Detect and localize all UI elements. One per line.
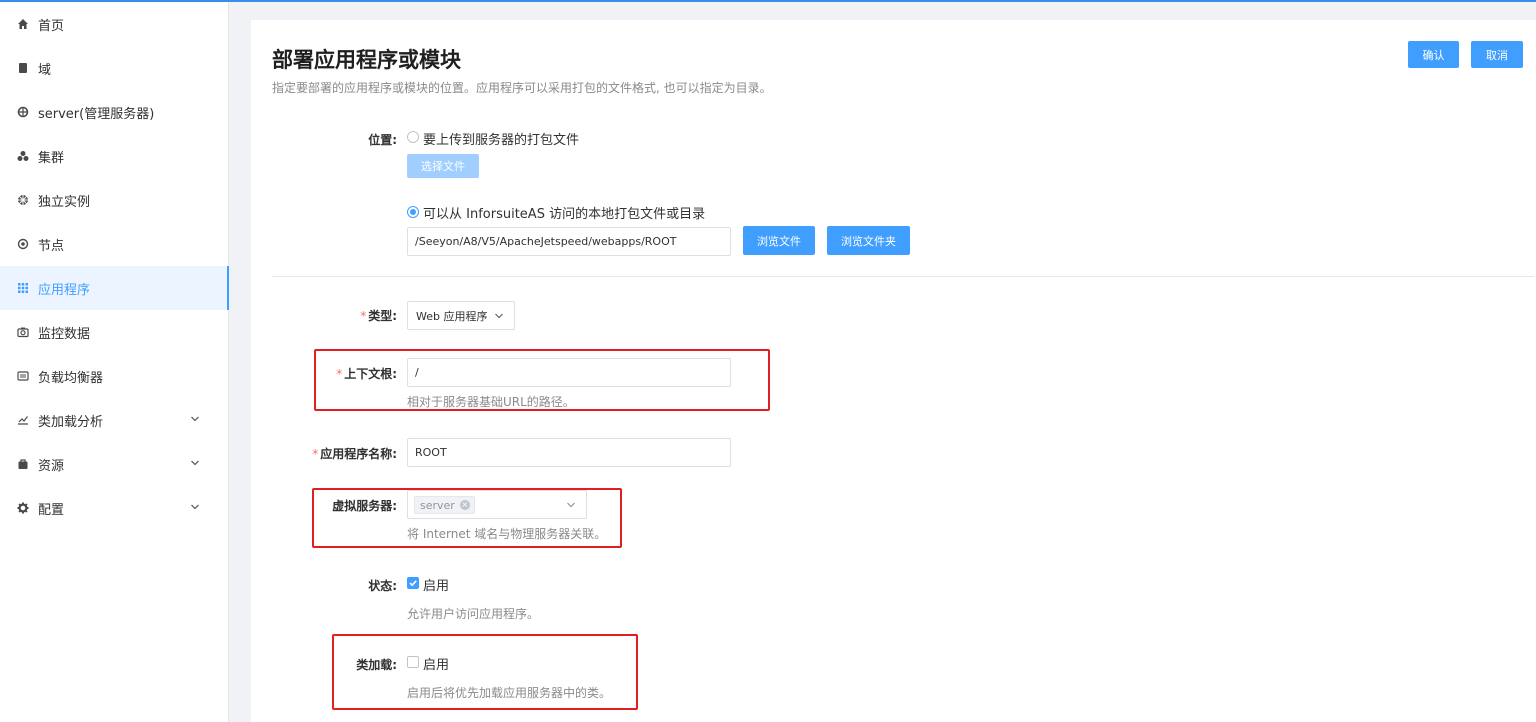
sidebar-item-label: 监控数据 (38, 326, 91, 342)
page-title: 部署应用程序或模块 (272, 48, 461, 72)
sidebar-item-monitoring[interactable]: 监控数据 (0, 310, 228, 354)
sidebar-item-label: 域 (38, 62, 52, 78)
choose-file-button[interactable]: 选择文件 (407, 154, 479, 178)
status-label: 状态: (368, 579, 397, 593)
type-label-text: 类型: (368, 309, 397, 323)
page-subtitle: 指定要部署的应用程序或模块的位置。应用程序可以采用打包的文件格式, 也可以指定为… (272, 81, 772, 95)
sidebar-item-cluster[interactable]: 集群 (0, 134, 228, 178)
sidebar-item-label: 首页 (38, 18, 65, 34)
sidebar-item-label: 类加载分析 (38, 414, 104, 430)
cancel-button[interactable]: 取消 (1471, 41, 1523, 68)
sidebar-item-label: 节点 (38, 238, 65, 254)
sidebar-item-class-loading-analysis[interactable]: 类加载分析 (0, 398, 228, 442)
type-label: * 类型: (297, 307, 397, 324)
home-icon (17, 18, 29, 30)
cluster-icon (17, 150, 29, 162)
sidebar: 首页 域 server(管理服务器) 集群 独立实例 节点 应用程序 监控数据 … (0, 2, 229, 722)
instance-icon (17, 194, 29, 206)
sidebar-item-label: 负载均衡器 (38, 370, 104, 386)
sidebar-item-resources[interactable]: 资源 (0, 442, 228, 486)
annotation-box-virtual-server (312, 488, 622, 548)
sidebar-item-load-balancer[interactable]: 负载均衡器 (0, 354, 228, 398)
sidebar-item-node[interactable]: 节点 (0, 222, 228, 266)
required-mark: * (312, 447, 319, 461)
sidebar-item-label: 资源 (38, 458, 65, 474)
location-label: 位置: (368, 133, 397, 147)
sidebar-item-label: 配置 (38, 502, 65, 518)
upload-radio[interactable] (407, 131, 419, 143)
annotation-box-class-loading (332, 634, 638, 710)
status-checkbox[interactable] (407, 577, 419, 589)
chevron-down-icon (191, 416, 199, 422)
annotation-box-context-root (314, 349, 770, 411)
sidebar-item-config[interactable]: 配置 (0, 486, 228, 530)
bag-icon (17, 458, 29, 470)
chart-icon (17, 414, 29, 426)
local-path-input[interactable]: /Seeyon/A8/V5/ApacheJetspeed/webapps/ROO… (407, 227, 731, 256)
chevron-down-icon (495, 313, 503, 319)
type-select-value: Web 应用程序 (416, 309, 488, 323)
app-name-input[interactable]: ROOT (407, 438, 731, 467)
local-path-radio[interactable] (407, 206, 419, 218)
deploy-panel: 部署应用程序或模块 指定要部署的应用程序或模块的位置。应用程序可以采用打包的文件… (251, 20, 1536, 722)
local-path-option-label: 可以从 InforsuiteAS 访问的本地打包文件或目录 (423, 207, 706, 222)
app-name-label-text: 应用程序名称: (320, 447, 397, 461)
upload-option-label: 要上传到服务器的打包文件 (423, 133, 580, 148)
sidebar-item-server[interactable]: server(管理服务器) (0, 90, 228, 134)
camera-icon (17, 326, 29, 338)
status-checkbox-label: 启用 (423, 579, 450, 594)
balancer-icon (17, 370, 29, 382)
top-accent-line (0, 0, 1536, 2)
chevron-down-icon (191, 460, 199, 466)
confirm-button[interactable]: 确认 (1408, 41, 1459, 68)
globe-icon (17, 106, 29, 118)
sidebar-item-applications[interactable]: 应用程序 (0, 266, 229, 310)
section-divider (272, 276, 1534, 277)
grid-icon (17, 282, 29, 294)
sidebar-item-label: 应用程序 (38, 282, 91, 298)
sidebar-item-label: 独立实例 (38, 194, 91, 210)
required-mark: * (360, 309, 367, 323)
browse-folder-button[interactable]: 浏览文件夹 (827, 226, 910, 255)
book-icon (17, 62, 29, 74)
checkmark-icon (409, 580, 417, 587)
sidebar-item-instance[interactable]: 独立实例 (0, 178, 228, 222)
type-select[interactable]: Web 应用程序 (407, 301, 515, 330)
chevron-down-icon (191, 504, 199, 510)
sidebar-item-domain[interactable]: 域 (0, 46, 228, 90)
app-name-label: * 应用程序名称: (277, 445, 397, 462)
browse-file-button[interactable]: 浏览文件 (743, 226, 815, 255)
gear-icon (17, 502, 29, 514)
sidebar-item-label: 集群 (38, 150, 65, 166)
sidebar-item-label: server(管理服务器) (38, 106, 155, 122)
status-hint: 允许用户访问应用程序。 (407, 607, 540, 621)
node-icon (17, 238, 29, 250)
sidebar-item-home[interactable]: 首页 (0, 2, 228, 46)
